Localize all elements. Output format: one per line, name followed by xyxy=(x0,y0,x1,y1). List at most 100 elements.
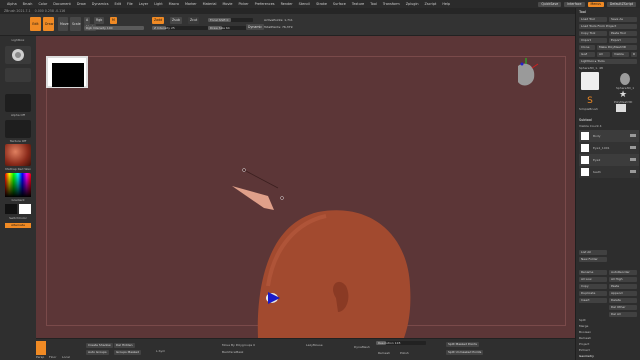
visibility-eye-icon[interactable] xyxy=(630,146,636,149)
subtool-header[interactable]: Subtool xyxy=(579,118,592,122)
visible-count-slider[interactable]: Visible Count 4 xyxy=(579,124,602,128)
stroke-tile[interactable] xyxy=(5,68,31,82)
visibility-eye-icon[interactable] xyxy=(630,134,636,137)
paste-button[interactable]: Paste xyxy=(609,284,637,289)
tool-thumbnail-head[interactable] xyxy=(616,72,634,86)
duplicate-button[interactable]: Duplicate xyxy=(579,291,607,296)
interface-button[interactable]: Interface xyxy=(564,1,585,7)
menu-macro[interactable]: Macro xyxy=(166,2,182,6)
menu-render[interactable]: Render xyxy=(278,2,296,6)
switch-color-label[interactable]: SwitchColor xyxy=(3,216,33,220)
draw-button[interactable]: Draw xyxy=(43,17,54,31)
all-low-button[interactable]: All Low xyxy=(579,277,607,282)
move-by-polygroups[interactable]: Move By Polygroups 0 xyxy=(222,343,255,347)
load-from-project-button[interactable]: Load Tools From Project xyxy=(579,24,637,29)
edit-button[interactable]: Edit xyxy=(30,17,41,31)
menu-surface[interactable]: Surface xyxy=(330,2,349,6)
menu-preferences[interactable]: Preferences xyxy=(252,2,278,6)
subtool-row[interactable]: Eye2 xyxy=(579,154,639,166)
project-section[interactable]: Project xyxy=(579,342,589,346)
menu-layer[interactable]: Layer xyxy=(136,2,151,6)
groups-masked-button[interactable]: Groups Masked xyxy=(114,350,142,355)
insert-button[interactable]: Insert xyxy=(579,298,607,303)
del-all-button[interactable]: Del All xyxy=(609,312,637,317)
zcut-button[interactable]: Zcut xyxy=(188,17,200,24)
menu-transform[interactable]: Transform xyxy=(380,2,403,6)
menu-zscript[interactable]: Zscript xyxy=(422,2,440,6)
simplebrush-icon[interactable]: S xyxy=(584,96,596,106)
subtool-row[interactable]: Body xyxy=(579,130,639,142)
menu-color[interactable]: Color xyxy=(35,2,50,6)
menu-marker[interactable]: Marker xyxy=(182,2,200,6)
new-folder-button[interactable]: New Folder xyxy=(579,257,607,262)
copy-button[interactable]: Copy xyxy=(579,284,607,289)
lightbox-label[interactable]: Lightbox xyxy=(3,38,33,42)
zadd-button[interactable]: Zadd xyxy=(152,17,165,24)
visibility-eye-icon[interactable] xyxy=(630,158,636,161)
list-all-button[interactable]: List All xyxy=(579,250,607,255)
visible-button[interactable]: Visible xyxy=(612,52,629,57)
del-hidden-button[interactable]: Del Hidden xyxy=(114,343,135,348)
delete-button[interactable]: Delete xyxy=(609,298,637,303)
menu-tool[interactable]: Tool xyxy=(367,2,380,6)
secondary-color-swatch[interactable] xyxy=(19,204,31,214)
auto-groups-button[interactable]: Auto Groups xyxy=(86,350,109,355)
polish-label[interactable]: Polish xyxy=(400,351,409,355)
menu-help[interactable]: Help xyxy=(439,2,453,6)
m-button[interactable]: M xyxy=(110,17,117,24)
menu-picker[interactable]: Picker xyxy=(236,2,252,6)
autoreorder-button[interactable]: AutoReorder xyxy=(609,270,637,275)
menu-stroke[interactable]: Stroke xyxy=(313,2,330,6)
rgb-intensity-slider[interactable]: Rgb Intensity 100 xyxy=(84,26,144,30)
make-polymesh-button[interactable]: Make PolyMesh3D xyxy=(597,45,637,50)
main-color-swatch[interactable] xyxy=(5,204,17,214)
menu-material[interactable]: Material xyxy=(200,2,220,6)
rgb-button[interactable]: Rgb xyxy=(94,17,105,24)
floor-label[interactable]: Floor xyxy=(49,355,56,359)
create-shadow-button[interactable]: Create Shadow xyxy=(86,343,113,348)
subtool-row[interactable]: Eye1_1001 xyxy=(579,142,639,154)
menu-movie[interactable]: Movie xyxy=(219,2,235,6)
geometry-section[interactable]: Geometry xyxy=(579,354,594,358)
a-button[interactable]: A xyxy=(84,17,91,24)
quicksave-button[interactable]: QuickSave xyxy=(538,1,562,7)
rename-button[interactable]: Rename xyxy=(579,270,607,275)
goz-button[interactable]: GoZ xyxy=(579,52,595,57)
menu-draw[interactable]: Draw xyxy=(74,2,89,6)
r-button[interactable]: R xyxy=(631,52,637,57)
scale-button[interactable]: Scale xyxy=(70,17,81,31)
menu-dynamics[interactable]: Dynamics xyxy=(89,2,112,6)
del-other-button[interactable]: Del Other xyxy=(609,305,637,310)
export-button[interactable]: Export xyxy=(609,38,637,43)
menus-button[interactable]: Menus xyxy=(587,1,604,7)
dynamic-button[interactable]: Dynamic xyxy=(246,24,265,30)
menu-alpha[interactable]: Alpha xyxy=(4,2,20,6)
copy-tool-button[interactable]: Copy Tool xyxy=(579,31,607,36)
visibility-eye-icon[interactable] xyxy=(630,170,636,173)
menu-light[interactable]: Light xyxy=(151,2,165,6)
persp-toggle[interactable] xyxy=(36,341,46,355)
menu-zplugin[interactable]: Zplugin xyxy=(403,2,422,6)
polymesh-thumb[interactable] xyxy=(616,104,626,112)
lightbox-tools-button[interactable]: Lightbox ▸ Tools xyxy=(579,59,637,64)
backface-mask[interactable]: BackfaceMask xyxy=(222,350,243,354)
menu-document[interactable]: Document xyxy=(50,2,74,6)
resolution-slider[interactable]: Resolution 128 xyxy=(376,341,426,345)
sculpt-viewport[interactable] xyxy=(36,36,575,338)
move-button[interactable]: Move xyxy=(58,17,69,31)
alternate-button[interactable]: Alternate xyxy=(5,223,31,228)
split-masked-button[interactable]: Split Masked Points xyxy=(446,342,479,347)
star-icon[interactable]: ★ xyxy=(618,90,628,100)
menu-texture[interactable]: Texture xyxy=(349,2,367,6)
clone-button[interactable]: Clone xyxy=(579,45,595,50)
z-intensity-slider[interactable]: Z Intensity 25 xyxy=(152,26,208,30)
remesh-label[interactable]: Remesh xyxy=(378,351,390,355)
import-button[interactable]: Import xyxy=(579,38,607,43)
boolean-section[interactable]: Boolean xyxy=(579,330,591,334)
load-tool-button[interactable]: Load Tool xyxy=(579,17,607,22)
tool-name-slider[interactable]: Sphere3D_1. 48 xyxy=(579,66,603,70)
save-as-button[interactable]: Save As xyxy=(609,17,637,22)
orientation-gizmo[interactable] xyxy=(518,58,539,86)
texture-tile[interactable] xyxy=(5,120,31,138)
focal-shift-slider[interactable]: Focal Shift 0 xyxy=(208,18,253,22)
